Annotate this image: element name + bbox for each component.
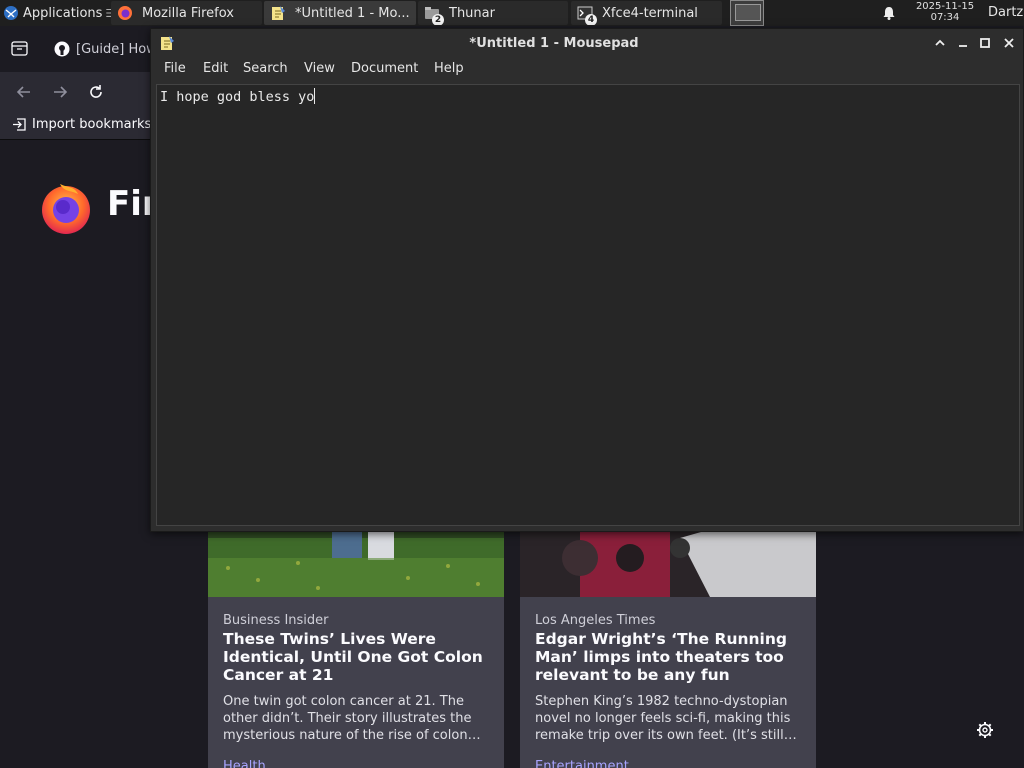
applications-menu-button[interactable]: Applications ☰ [0, 0, 115, 26]
taskbar-window-label: Mozilla Firefox [142, 5, 234, 21]
clock[interactable]: 2025-11-15 07:34 [908, 1, 982, 23]
story-description: Stephen King’s 1982 techno-dystopian nov… [535, 694, 797, 743]
folder-icon: 2 [424, 5, 444, 25]
mousepad-window: *Untitled 1 - Mousepad File Edit Search … [150, 28, 1024, 532]
window-count-badge: 2 [432, 14, 444, 25]
menubar: File Edit Search View Document Help [151, 57, 1023, 83]
story-card[interactable]: Los Angeles Times Edgar Wright’s ‘The Ru… [520, 508, 816, 768]
forward-icon[interactable] [50, 82, 70, 102]
terminal-icon: 4 [577, 5, 597, 25]
applications-label: Applications [23, 5, 103, 21]
window-count-badge: 4 [585, 14, 597, 25]
firefox-icon [118, 6, 132, 20]
taskbar-window-mousepad[interactable]: *Untitled 1 - Mo... [264, 1, 416, 25]
story-source: Business Insider [223, 613, 329, 628]
story-card[interactable]: Business Insider These Twins’ Lives Were… [208, 508, 504, 768]
firefox-logo-icon [42, 184, 90, 234]
menu-edit[interactable]: Edit [203, 61, 228, 76]
firefox-tab[interactable]: [Guide] How [42, 34, 157, 64]
story-topic-link[interactable]: Health [223, 759, 266, 768]
story-title: These Twins’ Lives Were Identical, Until… [223, 630, 483, 684]
text-caret [314, 88, 316, 104]
menu-view[interactable]: View [304, 61, 335, 76]
minimize-window-icon[interactable] [955, 35, 971, 51]
clock-date: 2025-11-15 [915, 1, 975, 12]
taskbar-window-thunar[interactable]: 2 Thunar [418, 1, 568, 25]
shade-window-icon[interactable] [932, 35, 948, 51]
back-icon[interactable] [14, 82, 34, 102]
clock-time: 07:34 [930, 12, 960, 23]
gear-icon[interactable] [976, 721, 994, 739]
menu-search[interactable]: Search [243, 61, 288, 76]
tab-title: [Guide] How [76, 41, 157, 57]
taskbar: Applications ☰ Mozilla Firefox *Untitled… [0, 0, 1024, 26]
workspace-switcher[interactable] [730, 0, 764, 26]
editor-text-line: I hope god bless yo [160, 88, 316, 105]
close-window-icon[interactable] [1001, 35, 1017, 51]
story-title: Edgar Wright’s ‘The Running Man’ limps i… [535, 630, 787, 684]
taskbar-window-label: Xfce4-terminal [602, 5, 698, 21]
xfce-logo-icon [4, 6, 18, 20]
window-titlebar[interactable]: *Untitled 1 - Mousepad [151, 29, 1023, 57]
menu-file[interactable]: File [164, 61, 186, 76]
user-menu[interactable]: Dartz [988, 5, 1023, 20]
story-source: Los Angeles Times [535, 613, 656, 628]
maximize-window-icon[interactable] [977, 35, 993, 51]
story-topic-link[interactable]: Entertainment [535, 759, 629, 768]
taskbar-window-label: Thunar [449, 5, 495, 21]
window-title: *Untitled 1 - Mousepad [469, 36, 639, 51]
reload-icon[interactable] [86, 82, 106, 102]
text-editor-area[interactable]: I hope god bless yo [156, 84, 1020, 526]
notification-bell-icon[interactable] [881, 5, 897, 21]
import-bookmarks-label: Import bookmarks [32, 117, 152, 132]
story-description: One twin got colon cancer at 21. The oth… [223, 694, 481, 743]
taskbar-window-label: *Untitled 1 - Mo... [295, 5, 410, 21]
import-icon [13, 118, 26, 131]
mousepad-icon [272, 6, 285, 20]
taskbar-window-terminal[interactable]: 4 Xfce4-terminal [571, 1, 722, 25]
github-icon [54, 41, 70, 57]
taskbar-window-firefox[interactable]: Mozilla Firefox [111, 1, 262, 25]
menu-document[interactable]: Document [351, 61, 418, 76]
firefox-view-icon[interactable] [11, 41, 28, 56]
menu-help[interactable]: Help [434, 61, 464, 76]
editor-content: I hope god bless yo [160, 89, 315, 105]
import-bookmarks-button[interactable]: Import bookmarks [12, 117, 151, 132]
